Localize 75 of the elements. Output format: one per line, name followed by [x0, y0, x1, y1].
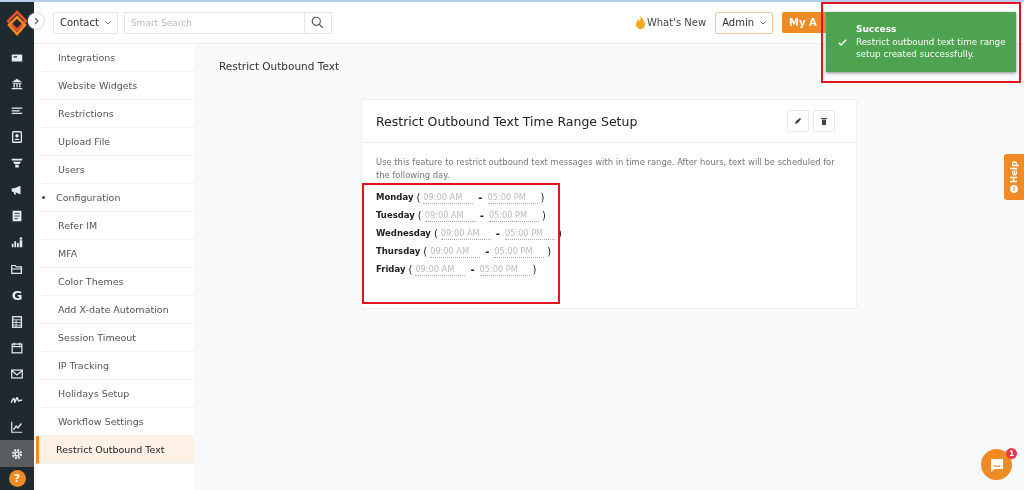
sidebar-item[interactable]: Website Widgets [36, 72, 194, 100]
end-time-field[interactable]: 05:00 PM [488, 208, 539, 222]
day-label: Tuesday [376, 210, 415, 220]
search-icon [311, 16, 325, 29]
dash: - [470, 263, 475, 275]
sidebar-item[interactable]: IP Tracking [36, 352, 194, 380]
description: Use this feature to restrict outbound text messages with in time range. After hours, text will be scheduled for the following day. [376, 156, 836, 182]
paren: ) [547, 245, 552, 257]
day-label: Thursday [376, 246, 421, 256]
start-time-field[interactable]: 09:00 AM [423, 190, 474, 204]
trash-icon [821, 117, 827, 125]
dash: - [479, 209, 484, 221]
whats-new-link[interactable]: What's New [634, 16, 707, 29]
info-icon [1010, 185, 1018, 194]
table-icon[interactable] [10, 314, 24, 329]
dash: - [485, 245, 490, 257]
bank-icon[interactable] [10, 77, 24, 92]
caret-icon [104, 20, 111, 25]
settings-icon[interactable] [10, 446, 24, 461]
pencil-icon [794, 117, 802, 125]
start-time-field[interactable]: 09:00 AM [440, 226, 491, 240]
dash: - [478, 191, 483, 203]
sidebar-item[interactable]: Upload File [36, 128, 194, 156]
end-time-field[interactable]: 05:00 PM [504, 226, 555, 240]
start-time-field[interactable]: 09:00 AM [415, 262, 466, 276]
sidebar-item[interactable]: Holidays Setup [36, 380, 194, 408]
search-button[interactable] [304, 11, 332, 34]
sidebar-item[interactable]: Refer IM [36, 212, 194, 240]
paren: ( [433, 227, 438, 239]
start-time-field[interactable]: 09:00 AM [424, 208, 475, 222]
day-label: Friday [376, 264, 406, 274]
end-time-field[interactable]: 05:00 PM [479, 262, 530, 276]
end-time-field[interactable]: 05:00 PM [494, 244, 545, 258]
mail-icon[interactable] [10, 367, 24, 382]
paren: ) [532, 263, 537, 275]
line-chart-icon[interactable] [10, 420, 24, 435]
search-field[interactable]: Smart Search [123, 11, 305, 34]
people-chart-icon[interactable] [10, 235, 24, 250]
sidebar-item[interactable]: Integrations [36, 44, 194, 72]
paren: ( [408, 263, 413, 275]
toast-message: Restrict outbound text time range setup created successfully. [856, 35, 1007, 61]
sidebar-group[interactable]: Configuration [56, 192, 121, 203]
collapse-button[interactable] [28, 13, 44, 29]
paren: ) [540, 191, 545, 203]
calendar-icon[interactable] [10, 341, 24, 356]
paren: ( [416, 191, 421, 203]
delete-button[interactable] [813, 110, 835, 132]
logo-icon [5, 10, 29, 37]
sidebar-item[interactable]: Restrictions [36, 100, 194, 128]
role-dropdown[interactable]: Admin [715, 11, 773, 34]
edit-button[interactable] [787, 110, 809, 132]
sidebar-item[interactable]: MFA [36, 240, 194, 268]
caret-icon [760, 20, 766, 25]
sidebar-item[interactable]: Add X-date Automation [36, 296, 194, 324]
day-label: Wednesday [376, 228, 431, 238]
flame-icon [634, 16, 646, 29]
paren: ( [417, 209, 422, 221]
sidebar-item[interactable]: Color Themes [36, 268, 194, 296]
rail-item[interactable]: G [0, 282, 34, 309]
module-dropdown[interactable]: Contact [53, 11, 118, 34]
paren: ( [423, 245, 428, 257]
sidebar-item[interactable]: Restrict Outbound Text [36, 436, 194, 464]
sidebar-item[interactable]: Users [36, 156, 194, 184]
sidebar-item[interactable]: Session Timeout [36, 324, 194, 352]
toast-title: Success [856, 23, 898, 34]
dash: - [495, 227, 500, 239]
start-time-field[interactable]: 09:00 AM [430, 244, 481, 258]
contact-card-icon[interactable] [10, 129, 24, 144]
card-title: Restrict Outbound Text Time Range Setup [376, 113, 639, 129]
end-time-field[interactable]: 05:00 PM [487, 190, 538, 204]
document-icon[interactable] [10, 209, 24, 224]
paren: ) [541, 209, 546, 221]
chat-icon [989, 457, 1004, 472]
day-label: Monday [376, 192, 414, 202]
page-title: Restrict Outbound Text [219, 60, 339, 72]
